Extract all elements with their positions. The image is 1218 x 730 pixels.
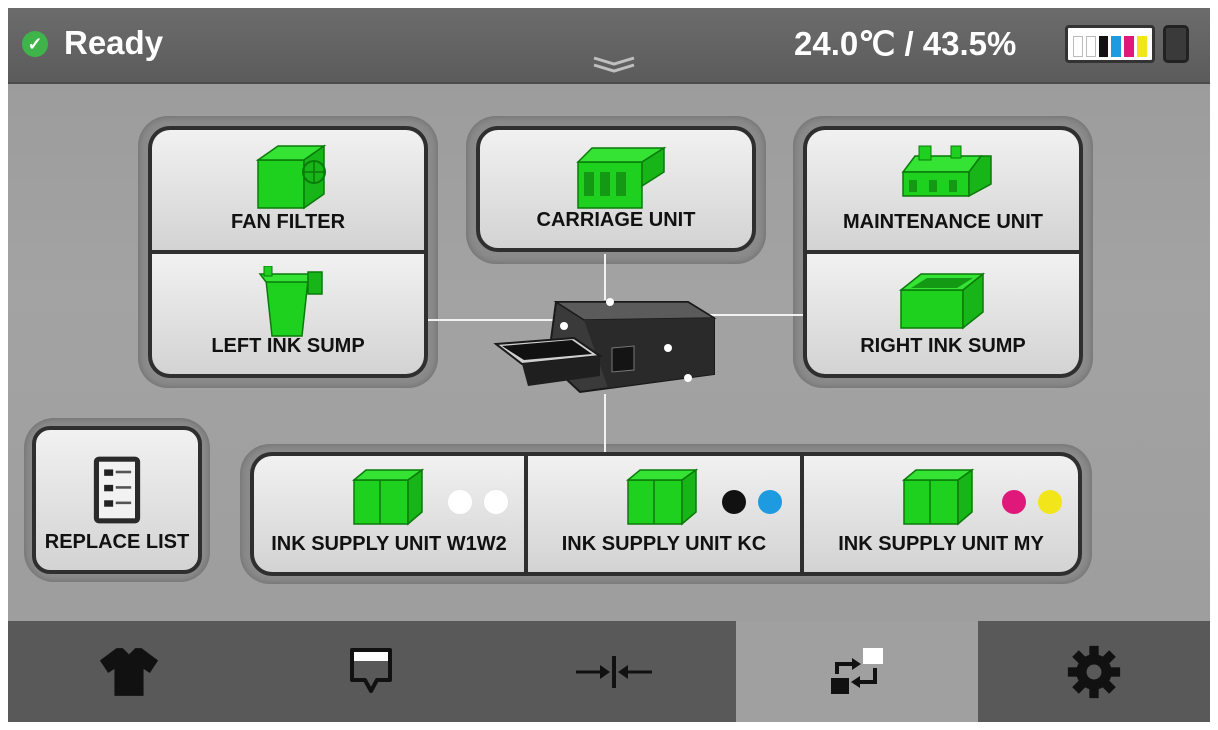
- ink-supply-unit-icon: [901, 468, 975, 526]
- fan-filter-label: FAN FILTER: [230, 211, 346, 233]
- status-label: Ready: [64, 24, 164, 61]
- right-ink-sump-button[interactable]: RIGHT INK SUMP: [803, 252, 1083, 378]
- fan-filter-icon: [255, 144, 327, 210]
- ink-supply-w1w2-label: INK SUPPLY UNIT W1W2: [271, 533, 507, 555]
- carriage-unit-button[interactable]: CARRIAGE UNIT: [476, 126, 756, 252]
- black-ink-dot: [722, 490, 746, 514]
- carriage-unit-icon: [576, 146, 667, 209]
- platen-icon: [350, 647, 392, 693]
- ink-sump-icon: [258, 266, 323, 337]
- replace-parts-icon: [831, 647, 883, 694]
- replace-list-label: REPLACE LIST: [44, 531, 190, 553]
- ink-supply-w1w2-button[interactable]: INK SUPPLY UNIT W1W2: [250, 452, 526, 576]
- gear-icon: [1067, 645, 1121, 698]
- maintenance-unit-button[interactable]: MAINTENANCE UNIT: [803, 126, 1083, 252]
- maintenance-unit-label: MAINTENANCE UNIT: [843, 211, 1043, 233]
- nav-adjust-tab[interactable]: [492, 621, 736, 722]
- ink-level-indicator[interactable]: [1065, 25, 1155, 63]
- ink-sump-icon: [898, 272, 986, 330]
- ink-bar-black: [1098, 36, 1109, 57]
- ink-supply-my-button[interactable]: INK SUPPLY UNIT MY: [802, 452, 1082, 576]
- fan-filter-button[interactable]: FAN FILTER: [148, 126, 428, 252]
- maintenance-unit-icon: [901, 145, 992, 198]
- ink-bar-white-2: [1085, 36, 1096, 57]
- ink-bar-yellow: [1137, 36, 1147, 57]
- magenta-ink-dot: [1002, 490, 1026, 514]
- tshirt-icon: [99, 647, 159, 696]
- white-ink-dot: [484, 490, 508, 514]
- printer-illustration: [493, 298, 717, 394]
- ink-supply-kc-label: INK SUPPLY UNIT KC: [561, 533, 767, 555]
- right-ink-sump-label: RIGHT INK SUMP: [860, 335, 1026, 357]
- ink-supply-unit-icon: [351, 468, 425, 526]
- nav-print-tab[interactable]: [8, 621, 250, 722]
- replace-list-button[interactable]: REPLACE LIST: [32, 426, 202, 574]
- left-ink-sump-button[interactable]: LEFT INK SUMP: [148, 252, 428, 378]
- ink-bar-magenta: [1124, 36, 1135, 57]
- nav-settings-tab[interactable]: [978, 621, 1210, 722]
- nav-platen-tab[interactable]: [250, 621, 492, 722]
- printer-panel-screen: ✓ Ready 24.0℃ / 43.5% FAN FILTER LEFT IN…: [8, 8, 1210, 722]
- ink-supply-my-label: INK SUPPLY UNIT MY: [838, 533, 1044, 555]
- ink-supply-kc-button[interactable]: INK SUPPLY UNIT KC: [526, 452, 802, 576]
- waste-ink-indicator-icon[interactable]: [1163, 25, 1189, 63]
- cyan-ink-dot: [758, 490, 782, 514]
- white-ink-dot: [448, 490, 472, 514]
- check-circle-icon: ✓: [22, 31, 48, 57]
- ink-bar-cyan: [1111, 36, 1122, 57]
- temperature-humidity-readout: 24.0℃ / 43.5%: [794, 25, 1017, 62]
- yellow-ink-dot: [1038, 490, 1062, 514]
- status-bar: ✓ Ready 24.0℃ / 43.5%: [8, 8, 1210, 84]
- pull-down-handle-icon[interactable]: [590, 54, 638, 74]
- nav-maintenance-tab[interactable]: [736, 621, 978, 722]
- ink-bar-white-1: [1073, 36, 1083, 57]
- left-ink-sump-label: LEFT INK SUMP: [211, 335, 365, 357]
- align-arrows-icon: [576, 655, 652, 688]
- carriage-unit-label: CARRIAGE UNIT: [536, 209, 696, 231]
- replace-list-icon: [93, 456, 141, 524]
- bottom-nav-bar: [8, 621, 1210, 722]
- ink-supply-unit-icon: [625, 468, 699, 526]
